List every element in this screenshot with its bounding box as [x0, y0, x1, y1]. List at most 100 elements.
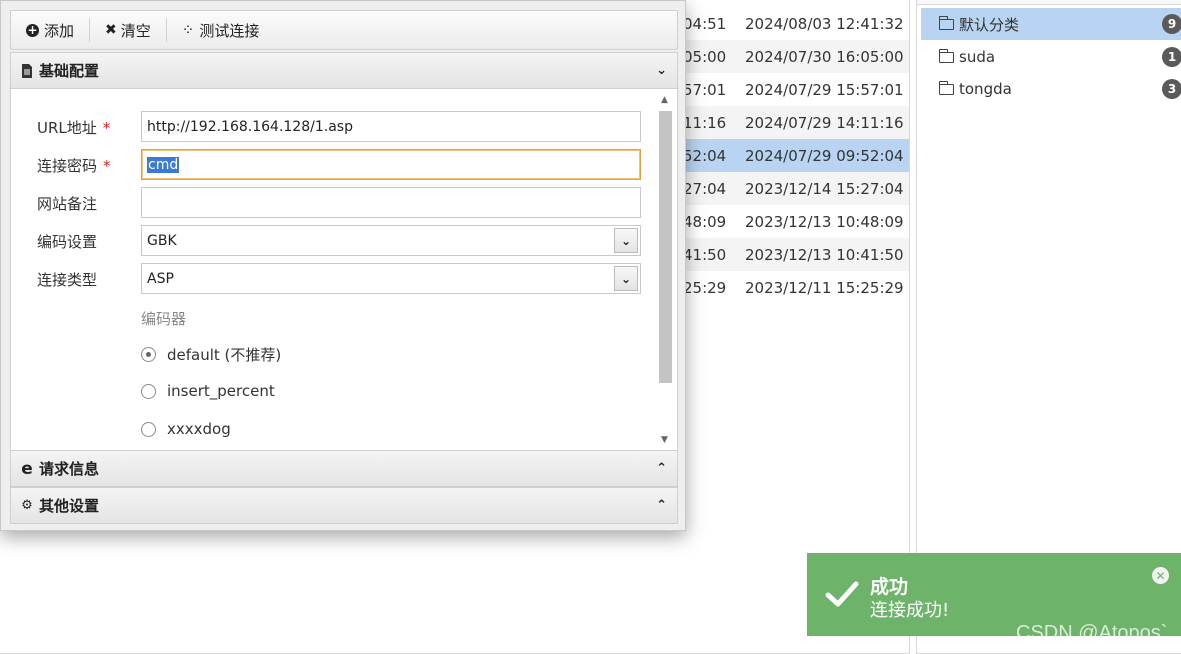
section-basic-config-header[interactable]: 基础配置 ⌄: [10, 52, 678, 89]
close-icon: ✖: [105, 22, 117, 38]
watermark: CSDN @Atopos`: [1016, 622, 1168, 644]
table-row[interactable]: 05:00 2024/07/30 16:05:00: [683, 40, 909, 73]
add-button-label: 添加: [44, 21, 75, 40]
table-row[interactable]: 41:50 2023/12/13 10:41:50: [683, 238, 909, 271]
table-row[interactable]: 48:09 2023/12/13 10:48:09: [683, 205, 909, 238]
plus-circle-icon: +: [26, 23, 39, 37]
encoder-option-default[interactable]: default (不推荐): [141, 344, 281, 365]
scroll-up-arrow-icon[interactable]: ▲: [661, 95, 668, 105]
url-value: http://192.168.164.128/1.asp: [147, 118, 353, 135]
url-label-text: URL地址: [37, 119, 97, 137]
password-value: cmd: [147, 156, 180, 173]
created-time-cell: 25:29: [683, 278, 727, 297]
required-mark: *: [103, 157, 111, 175]
scroll-down-arrow-icon[interactable]: ▼: [661, 435, 668, 445]
section-title: 其他设置: [39, 497, 100, 515]
checkmark-icon: [825, 581, 859, 607]
table-row[interactable]: 11:16 2024/07/29 14:11:16: [683, 106, 909, 139]
password-input[interactable]: cmd: [141, 149, 641, 180]
dialog-toolbar: + 添加 ✖ 清空 ⁘ 测试连接: [10, 10, 678, 50]
type-value: ASP: [147, 270, 174, 287]
updated-time-cell: 2023/12/13 10:41:50: [745, 245, 904, 264]
password-label: 连接密码 *: [37, 155, 111, 176]
created-time-cell: 41:50: [683, 245, 727, 264]
form-scrollbar[interactable]: ▲ ▼: [657, 95, 674, 447]
updated-time-cell: 2024/07/30 16:05:00: [745, 47, 904, 66]
required-mark: *: [102, 119, 111, 137]
add-shell-dialog: + 添加 ✖ 清空 ⁘ 测试连接 基础配置 ⌄ URL地址 * http://19…: [0, 0, 686, 531]
folder-icon: [938, 80, 954, 95]
encoder-label: 编码器: [141, 310, 187, 328]
category-count-badge: 1: [1162, 47, 1181, 67]
radio-checked-icon[interactable]: [141, 347, 156, 362]
radio-icon[interactable]: [141, 421, 156, 437]
updated-time-cell: 2024/07/29 09:52:04: [745, 146, 904, 165]
note-input[interactable]: [141, 187, 641, 218]
chevron-down-icon: ⌄: [614, 266, 638, 291]
password-label-text: 连接密码: [37, 157, 98, 175]
category-item-default[interactable]: 默认分类 9: [921, 8, 1181, 40]
section-request-info-header[interactable]: e 请求信息 ⌃: [10, 450, 678, 487]
created-time-cell: 04:51: [683, 14, 727, 33]
toast-message: 连接成功!: [870, 600, 950, 621]
updated-time-cell: 2024/08/03 12:41:32: [745, 14, 904, 33]
table-row[interactable]: 25:29 2023/12/11 15:25:29: [683, 271, 909, 304]
table-row[interactable]: 27:04 2023/12/14 15:27:04: [683, 172, 909, 205]
encoder-option-label: insert_percent: [167, 382, 275, 400]
category-item-tongda[interactable]: tongda 3: [921, 73, 1181, 105]
created-time-cell: 52:04: [683, 146, 727, 165]
file-icon: [19, 63, 35, 78]
divider: [917, 0, 1181, 5]
folder-icon: [938, 15, 954, 30]
table-row[interactable]: 04:51 2024/08/03 12:41:32: [683, 7, 909, 40]
chevron-up-icon: ⌃: [656, 461, 667, 476]
created-time-cell: 11:16: [683, 113, 727, 132]
encoding-value: GBK: [147, 232, 177, 249]
updated-time-cell: 2023/12/14 15:27:04: [745, 179, 904, 198]
created-time-cell: 48:09: [683, 212, 727, 231]
encoder-option-insert-percent[interactable]: insert_percent: [141, 382, 275, 400]
category-count-badge: 3: [1162, 79, 1181, 99]
created-time-cell: 05:00: [683, 47, 727, 66]
updated-time-cell: 2024/07/29 15:57:01: [745, 80, 904, 99]
gears-icon: ⚙: [21, 498, 33, 513]
toast-close-icon[interactable]: ✕: [1152, 567, 1169, 584]
radio-icon[interactable]: [141, 383, 156, 399]
test-connection-label: 测试连接: [199, 21, 260, 40]
encoder-option-xxxxdog[interactable]: xxxxdog: [141, 420, 231, 438]
table-row[interactable]: 52:04 2024/07/29 09:52:04: [683, 139, 909, 172]
clear-button-label: 清空: [120, 21, 151, 40]
chevron-down-icon: ⌄: [614, 228, 638, 253]
section-title: 基础配置: [39, 62, 100, 80]
category-label: tongda: [959, 80, 1012, 98]
toast-title: 成功: [870, 576, 909, 598]
category-label: 默认分类: [959, 15, 1020, 34]
category-item-suda[interactable]: suda 1: [921, 41, 1181, 73]
table-row[interactable]: 57:01 2024/07/29 15:57:01: [683, 73, 909, 106]
updated-time-cell: 2023/12/11 15:25:29: [745, 278, 904, 297]
updated-time-cell: 2024/07/29 14:11:16: [745, 113, 904, 132]
add-button[interactable]: + 添加: [11, 15, 89, 45]
section-other-settings-header[interactable]: ⚙ 其他设置 ⌃: [10, 487, 678, 524]
folder-icon: [938, 48, 954, 63]
category-count-badge: 9: [1162, 14, 1181, 34]
note-label: 网站备注: [37, 195, 98, 213]
chevron-down-icon: ⌄: [656, 63, 667, 78]
updated-time-cell: 2023/12/13 10:48:09: [745, 212, 904, 231]
url-label: URL地址 *: [37, 117, 110, 138]
type-select[interactable]: ASP ⌄: [141, 263, 641, 294]
chevron-up-icon: ⌃: [656, 498, 667, 513]
type-label: 连接类型: [37, 271, 98, 289]
test-connection-button[interactable]: ⁘ 测试连接: [167, 15, 275, 45]
category-label: suda: [959, 48, 996, 66]
created-time-cell: 27:04: [683, 179, 727, 198]
ie-icon: e: [21, 458, 33, 479]
url-input[interactable]: http://192.168.164.128/1.asp: [141, 111, 641, 142]
encoding-select[interactable]: GBK ⌄: [141, 225, 641, 256]
basic-config-form: URL地址 * http://192.168.164.128/1.asp 连接密码…: [10, 89, 678, 450]
spinner-icon: ⁘: [181, 21, 195, 39]
scrollbar-thumb[interactable]: [659, 111, 672, 383]
clear-button[interactable]: ✖ 清空: [90, 15, 166, 45]
encoder-option-label: default (不推荐): [167, 346, 282, 364]
section-title: 请求信息: [39, 460, 100, 478]
